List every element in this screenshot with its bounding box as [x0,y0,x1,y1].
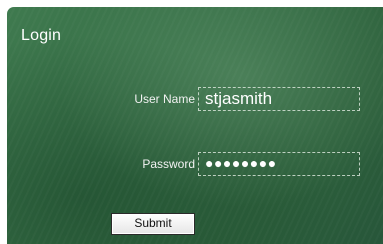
login-screen: Login User Name stjasmith Password ●●●●●… [0,0,383,244]
password-field[interactable]: ●●●●●●●● [198,152,360,176]
username-label: User Name [134,92,195,106]
username-field[interactable]: stjasmith [198,87,360,111]
login-title: Login [21,27,62,44]
password-label: Password [142,157,195,171]
login-panel: Login User Name stjasmith Password ●●●●●… [7,7,383,244]
password-mask: ●●●●●●●● [205,155,277,171]
username-value: stjasmith [205,89,273,108]
submit-button[interactable]: Submit [111,213,195,235]
